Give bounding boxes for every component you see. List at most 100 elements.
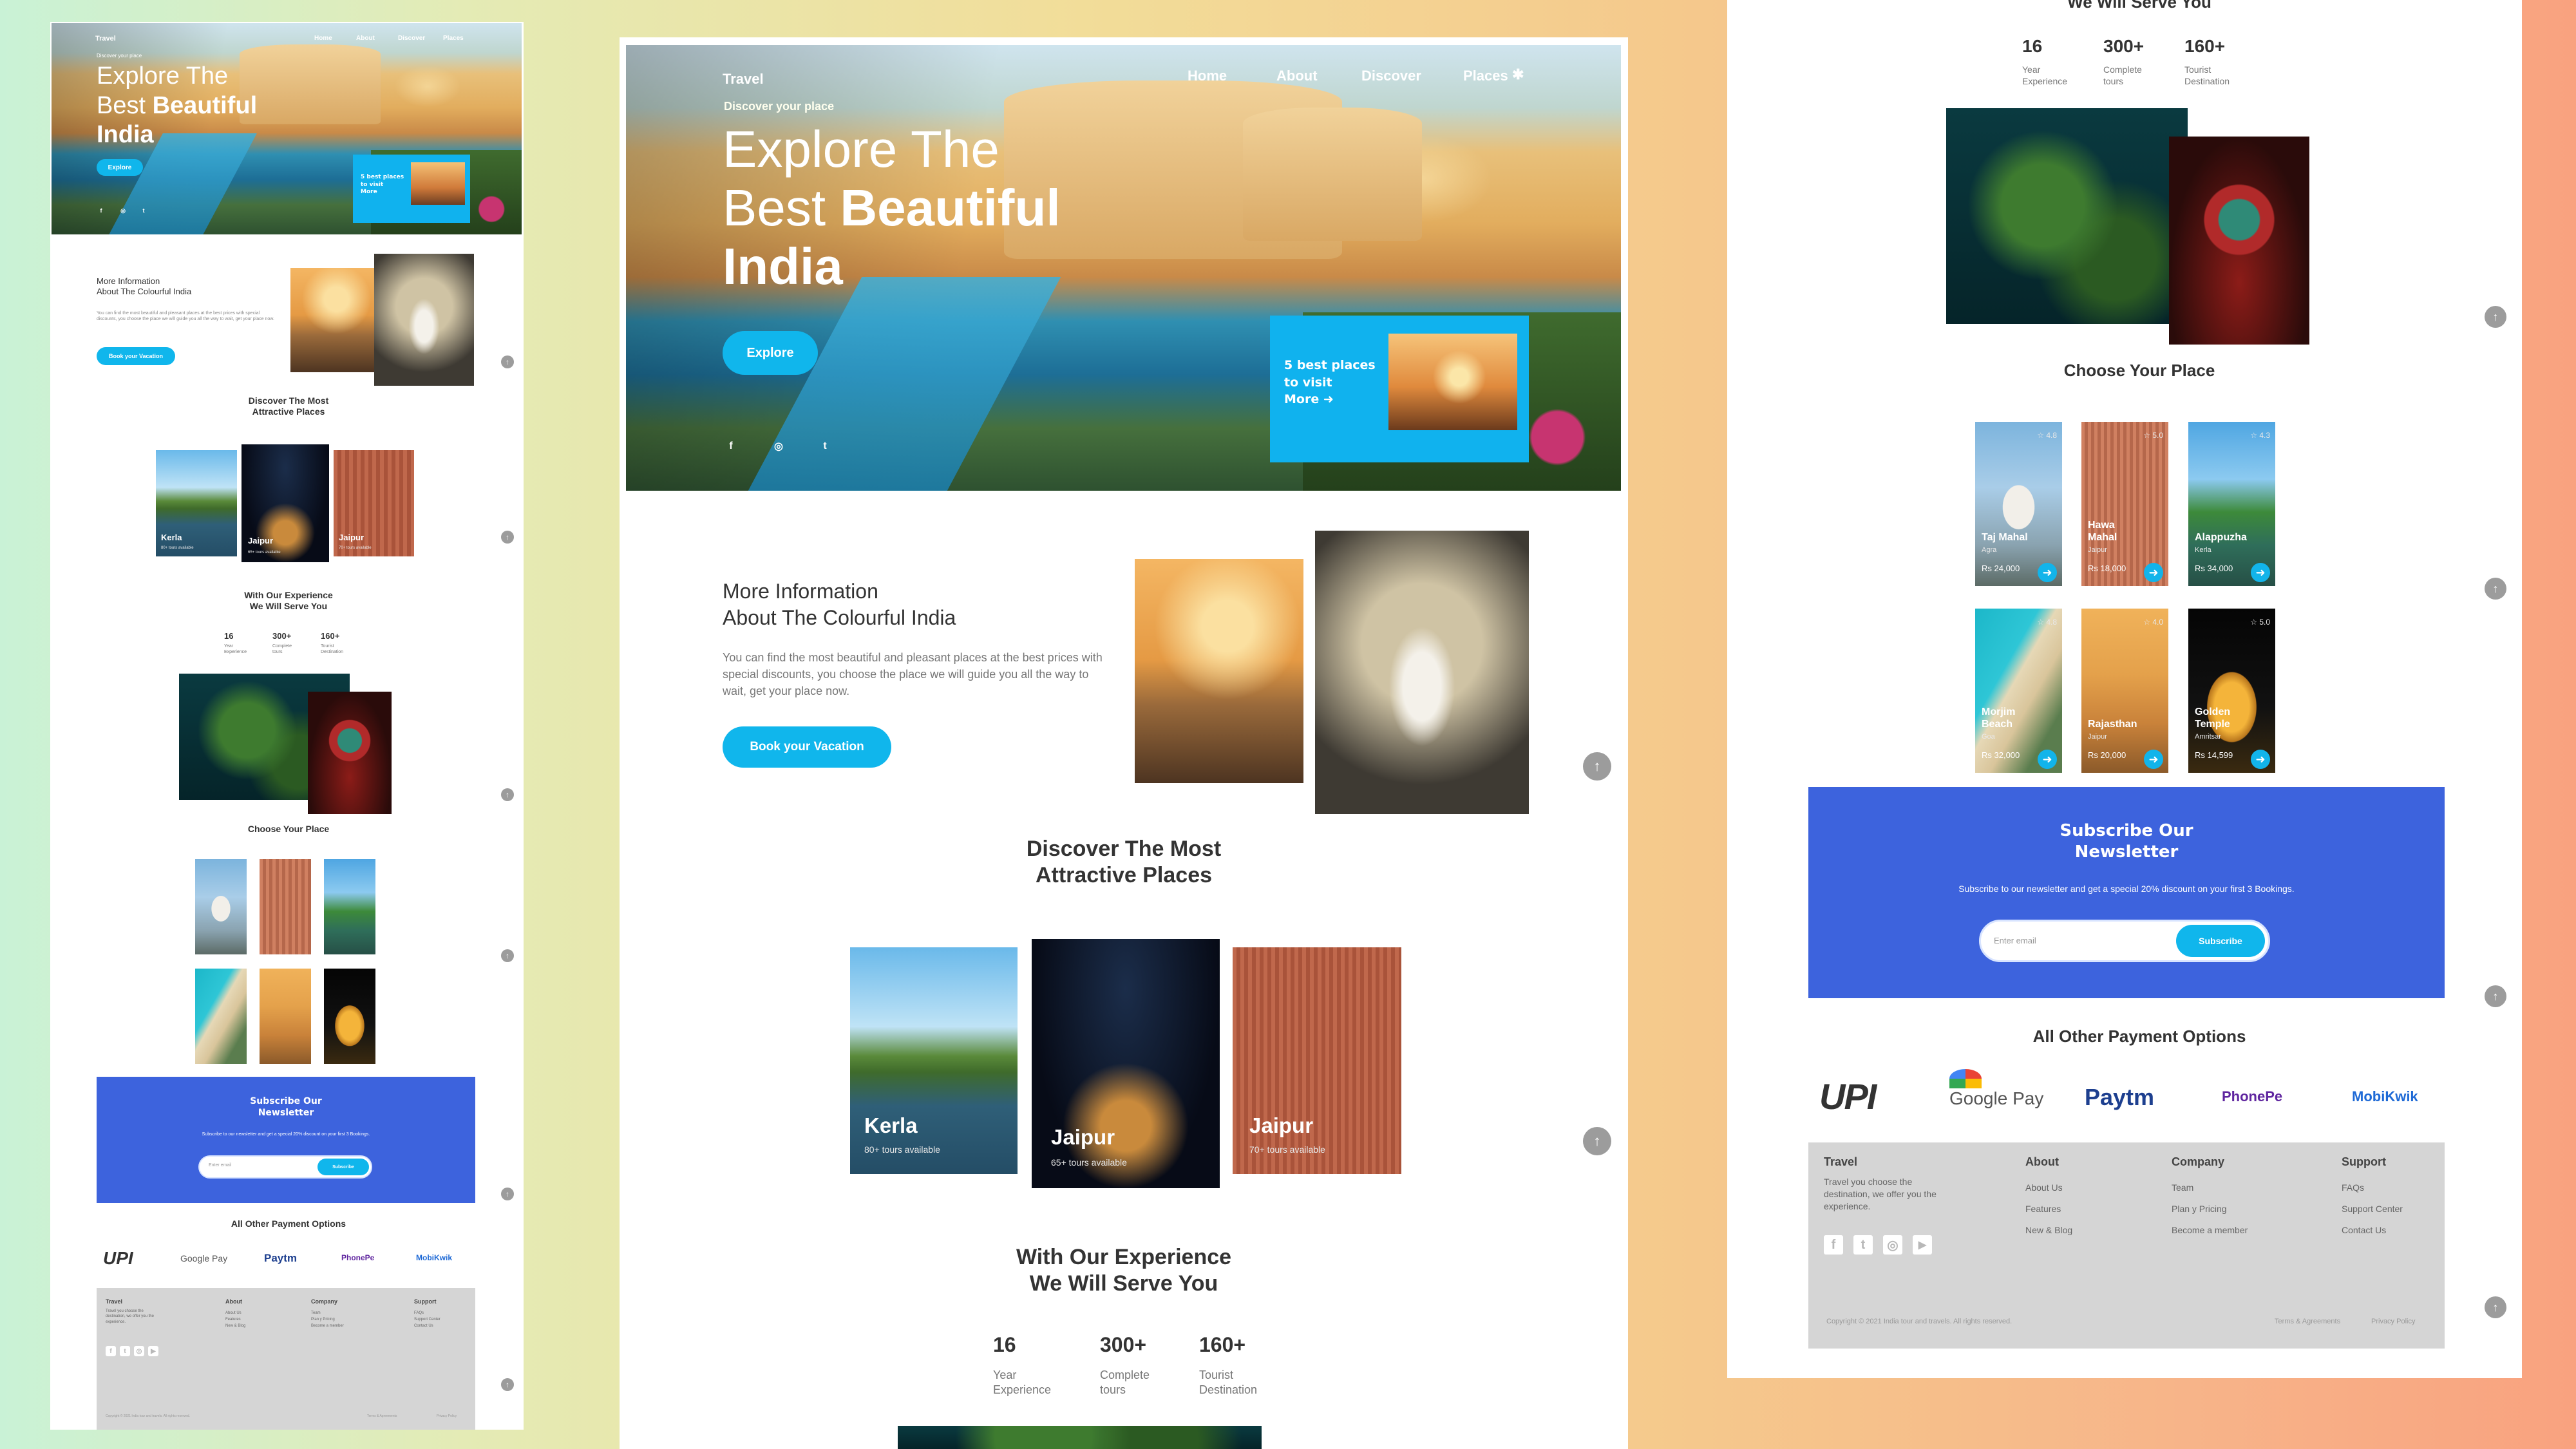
- instagram-icon[interactable]: ◎: [772, 439, 786, 453]
- place-card-jaipur-night[interactable]: Jaipur 65+ tours available: [1032, 939, 1220, 1188]
- brand-logo[interactable]: Travel: [95, 35, 116, 43]
- choose-card-hawa[interactable]: ☆ 5.0 Hawa Mahal Jaipur Rs 18,000 ➜: [2081, 422, 2168, 586]
- footer-twitter-icon[interactable]: t: [1853, 1235, 1873, 1255]
- place-card-jaipur[interactable]: Jaipur 70+ tours available: [334, 450, 414, 556]
- footer-link[interactable]: Team: [2172, 1177, 2248, 1198]
- email-input[interactable]: Enter email: [209, 1163, 231, 1168]
- choose-card-alappuzha[interactable]: ☆ 4.3 Alappuzha Kerla Rs 34,000 ➜: [2188, 422, 2275, 586]
- twitter-icon[interactable]: t: [139, 206, 148, 215]
- nav-about[interactable]: About: [356, 35, 375, 42]
- subscribe-button[interactable]: Subscribe: [317, 1159, 369, 1175]
- footer-youtube-icon[interactable]: ▶: [1913, 1235, 1932, 1255]
- terms-link[interactable]: Terms & Agreements: [2275, 1318, 2340, 1325]
- nav-home[interactable]: Home: [314, 35, 332, 42]
- footer-instagram-icon[interactable]: ◎: [134, 1346, 144, 1356]
- instagram-icon[interactable]: ◎: [118, 206, 128, 215]
- payments-heading: All Other Payment Options: [2032, 1027, 2246, 1046]
- footer-link[interactable]: New & Blog: [2025, 1220, 2072, 1241]
- choose-card-rajasthan[interactable]: [260, 969, 311, 1064]
- scroll-up-icon[interactable]: ↑: [501, 1378, 514, 1391]
- card-arrow-icon[interactable]: ➜: [2038, 563, 2057, 582]
- footer-link[interactable]: Features: [2025, 1198, 2072, 1220]
- choose-card-hawa[interactable]: [260, 859, 311, 954]
- phonepe-logo: PhonePe: [341, 1253, 375, 1262]
- privacy-link[interactable]: Privacy Policy: [2371, 1318, 2415, 1325]
- paytm-logo: Paytm: [2085, 1084, 2155, 1110]
- scroll-up-icon[interactable]: ↑: [501, 355, 514, 368]
- nav-places[interactable]: Places: [1463, 68, 1508, 84]
- camel-photo: [1135, 559, 1303, 783]
- footer-link[interactable]: Support Center: [2342, 1198, 2403, 1220]
- subscribe-button[interactable]: Subscribe: [2176, 925, 2265, 957]
- scroll-up-icon[interactable]: ↑: [501, 1188, 514, 1200]
- nav-home[interactable]: Home: [1188, 68, 1227, 84]
- scroll-up-icon[interactable]: ↑: [2485, 985, 2506, 1007]
- footer-twitter-icon[interactable]: t: [120, 1346, 130, 1356]
- newsletter-section: Subscribe Our Newsletter Subscribe to our…: [97, 1077, 475, 1203]
- choose-card-rajasthan[interactable]: ☆ 4.0 Rajasthan Jaipur Rs 20,000 ➜: [2081, 609, 2168, 773]
- promo-card[interactable]: 5 best places to visit More: [353, 155, 470, 223]
- scroll-up-icon[interactable]: ↑: [501, 531, 514, 544]
- explore-button[interactable]: Explore: [723, 331, 818, 375]
- dancer-photo: [1315, 531, 1529, 814]
- brand-logo[interactable]: Travel: [723, 71, 764, 88]
- scroll-up-icon[interactable]: ↑: [2485, 306, 2506, 328]
- stat-tours-label: Complete tours: [1100, 1368, 1150, 1396]
- stat-destinations-label: Tourist Destination: [2184, 64, 2230, 86]
- facebook-icon[interactable]: f: [97, 206, 106, 215]
- scroll-up-icon[interactable]: ↑: [1583, 752, 1611, 781]
- choose-card-beach[interactable]: [195, 969, 247, 1064]
- place-card-kerla[interactable]: Kerla 80+ tours available: [850, 947, 1018, 1174]
- footer-facebook-icon[interactable]: f: [1824, 1235, 1843, 1255]
- choose-card-taj[interactable]: ☆ 4.8 Taj Mahal Agra Rs 24,000 ➜: [1975, 422, 2062, 586]
- scroll-up-icon[interactable]: ↑: [501, 949, 514, 962]
- choose-card-alappuzha[interactable]: [324, 859, 375, 954]
- scroll-up-icon[interactable]: ↑: [1583, 1127, 1611, 1155]
- card-arrow-icon[interactable]: ➜: [2251, 563, 2270, 582]
- footer-link[interactable]: Plan y Pricing: [2172, 1198, 2248, 1220]
- scroll-up-icon[interactable]: ↑: [501, 788, 514, 801]
- nav-about[interactable]: About: [1276, 68, 1318, 84]
- book-vacation-button[interactable]: Book your Vacation: [97, 347, 175, 365]
- facebook-icon[interactable]: f: [724, 439, 738, 453]
- footer-link[interactable]: Contact Us: [2342, 1220, 2403, 1241]
- card-arrow-icon[interactable]: ➜: [2038, 750, 2057, 769]
- place-card-jaipur-night[interactable]: Jaipur 65+ tours available: [242, 444, 329, 562]
- payments-heading: All Other Payment Options: [231, 1218, 346, 1229]
- stat-years: 16: [993, 1333, 1016, 1356]
- footer-link[interactable]: FAQs: [2342, 1177, 2403, 1198]
- stat-years: 16: [224, 631, 234, 641]
- place-card-kerla[interactable]: Kerla 80+ tours available: [156, 450, 237, 556]
- phonepe-logo: PhonePe: [2222, 1088, 2283, 1104]
- card-arrow-icon[interactable]: ➜: [2144, 750, 2163, 769]
- nav-discover[interactable]: Discover: [1361, 68, 1421, 84]
- promo-card[interactable]: 5 best places to visit More ➜: [1270, 316, 1529, 462]
- stat-years-label: Year Experience: [993, 1368, 1052, 1396]
- footer-instagram-icon[interactable]: ◎: [1883, 1235, 1902, 1255]
- upi-logo: UPI: [1819, 1076, 1877, 1117]
- footer-youtube-icon[interactable]: ▶: [148, 1346, 158, 1356]
- scroll-up-icon[interactable]: ↑: [2485, 1296, 2506, 1318]
- choose-card-beach[interactable]: ☆ 4.8 Morjim Beach Goa Rs 32,000 ➜: [1975, 609, 2062, 773]
- choose-card-golden[interactable]: ☆ 5.0 Golden Temple Amritsar Rs 14,599 ➜: [2188, 609, 2275, 773]
- email-input[interactable]: Enter email: [1994, 936, 2036, 945]
- scroll-up-icon[interactable]: ↑: [2485, 578, 2506, 600]
- nav-places[interactable]: Places: [443, 35, 464, 42]
- footer-link[interactable]: About Us: [2025, 1177, 2072, 1198]
- place-card-jaipur[interactable]: Jaipur 70+ tours available: [1233, 947, 1401, 1174]
- choose-card-golden[interactable]: [324, 969, 375, 1064]
- card-arrow-icon[interactable]: ➜: [2251, 750, 2270, 769]
- footer-facebook-icon[interactable]: f: [106, 1346, 116, 1356]
- book-vacation-button[interactable]: Book your Vacation: [723, 726, 891, 768]
- settings-gear-icon[interactable]: ✱: [1512, 66, 1524, 83]
- footer-link[interactable]: Become a member: [2172, 1220, 2248, 1241]
- stat-destinations-label: Tourist Destination: [1199, 1368, 1258, 1396]
- stat-destinations-label: Tourist Destination: [321, 644, 344, 654]
- twitter-icon[interactable]: t: [818, 439, 832, 453]
- stat-tours: 300+: [1100, 1333, 1147, 1356]
- choose-card-taj[interactable]: [195, 859, 247, 954]
- stat-years-label: Year Experience: [2022, 64, 2068, 86]
- card-arrow-icon[interactable]: ➜: [2144, 563, 2163, 582]
- explore-button[interactable]: Explore: [97, 159, 143, 176]
- nav-discover[interactable]: Discover: [398, 35, 425, 42]
